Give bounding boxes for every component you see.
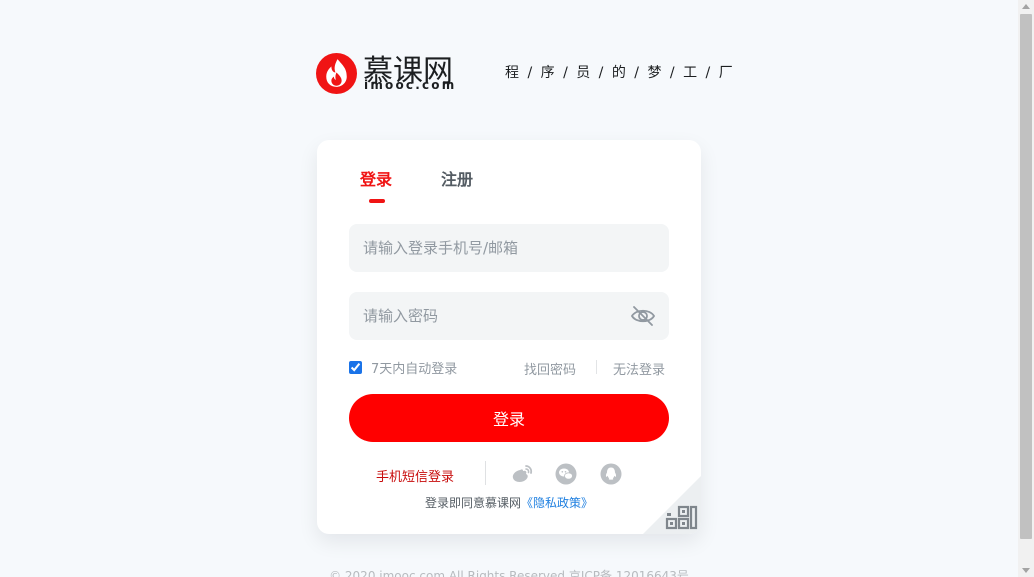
tab-login[interactable]: 登录 xyxy=(360,166,392,190)
flame-logo-icon xyxy=(316,53,357,94)
qr-code-corner-icon[interactable] xyxy=(643,476,701,534)
login-card: 登录 注册 7天内自动登录 找回密码 无法登录 登录 手机短信登录 xyxy=(317,140,701,534)
cannot-login-link[interactable]: 无法登录 xyxy=(613,359,665,378)
scroll-down-arrow-icon[interactable] xyxy=(1022,568,1030,573)
social-divider xyxy=(485,461,486,485)
active-tab-indicator xyxy=(369,199,385,203)
scrollbar-thumb[interactable] xyxy=(1020,14,1032,539)
remember-me[interactable]: 7天内自动登录 xyxy=(349,359,458,377)
scroll-up-arrow-icon[interactable] xyxy=(1022,4,1030,9)
link-divider xyxy=(596,360,597,374)
sms-login-link[interactable]: 手机短信登录 xyxy=(376,466,454,485)
logo-domain: imooc.com xyxy=(364,78,457,92)
imooc-logo[interactable]: 慕课网 imooc.com xyxy=(316,52,466,96)
tab-register[interactable]: 注册 xyxy=(441,166,473,190)
vertical-scrollbar[interactable] xyxy=(1018,0,1034,577)
weibo-icon[interactable] xyxy=(511,463,533,485)
footer-copyright: © 2020 imooc.com All Rights Reserved 京IC… xyxy=(329,569,689,577)
wechat-icon[interactable] xyxy=(555,463,577,485)
login-button[interactable]: 登录 xyxy=(349,394,669,442)
privacy-policy-link[interactable]: 《隐私政策》 xyxy=(521,496,593,510)
password-input[interactable] xyxy=(349,292,669,340)
eye-hidden-icon[interactable] xyxy=(630,304,656,328)
agreement-prefix: 登录即同意慕课网 xyxy=(424,496,521,510)
account-input[interactable] xyxy=(349,224,669,272)
login-page: 慕课网 imooc.com 程 / 序 / 员 / 的 / 梦 / 工 / 厂 … xyxy=(0,0,1018,577)
remember-label: 7天内自动登录 xyxy=(371,361,458,377)
qq-icon[interactable] xyxy=(600,463,622,485)
forgot-password-link[interactable]: 找回密码 xyxy=(524,359,576,378)
slogan: 程 / 序 / 员 / 的 / 梦 / 工 / 厂 xyxy=(505,65,735,81)
remember-checkbox[interactable] xyxy=(349,360,362,374)
